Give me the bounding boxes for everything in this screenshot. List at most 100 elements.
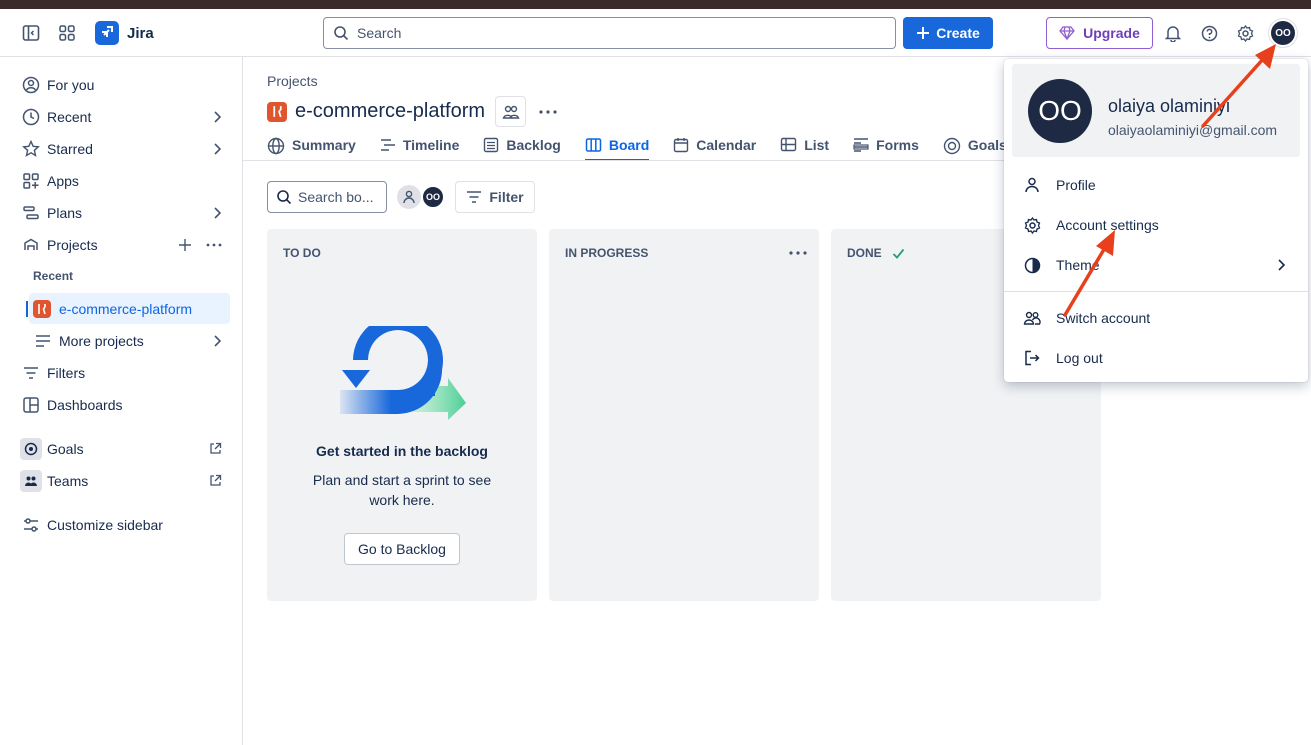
upgrade-label: Upgrade xyxy=(1083,25,1140,41)
tab-list[interactable]: List xyxy=(780,130,829,161)
empty-state-body: Plan and start a sprint to see work here… xyxy=(312,472,492,508)
column-title: TO DO xyxy=(283,246,321,260)
forms-icon xyxy=(853,138,869,152)
unassigned-avatar[interactable] xyxy=(397,185,421,209)
add-project-icon xyxy=(179,239,191,251)
tab-forms[interactable]: Forms xyxy=(853,130,919,161)
project-more-button[interactable] xyxy=(534,98,562,126)
sidebar-item-label: Dashboards xyxy=(47,397,123,413)
sidebar-item-label: Customize sidebar xyxy=(47,517,163,533)
sidebar-item-recent[interactable]: Recent xyxy=(20,102,230,132)
checkmark-icon xyxy=(892,248,904,259)
person-icon xyxy=(1022,177,1042,193)
tab-board[interactable]: Board xyxy=(584,130,650,161)
sidebar-item-apps[interactable]: Apps xyxy=(20,166,230,196)
menu-item-label: Log out xyxy=(1056,350,1103,366)
recent-projects-heading: Recent xyxy=(33,269,74,283)
backlog-icon xyxy=(484,137,499,153)
sidebar-item-filters[interactable]: Filters xyxy=(20,358,230,388)
account-avatar: OO xyxy=(1028,79,1092,143)
account-email: olaiyaolaminiyi@gmail.com xyxy=(1108,122,1278,138)
log-out-icon xyxy=(1022,350,1042,366)
menu-item-label: Account settings xyxy=(1056,217,1159,233)
sidebar-item-starred[interactable]: Starred xyxy=(20,134,230,164)
column-more-icon[interactable] xyxy=(789,251,807,255)
team-access-button[interactable] xyxy=(495,96,527,127)
sidebar-item-label: For you xyxy=(47,77,95,93)
filter-button[interactable]: Filter xyxy=(455,181,535,213)
person-circle-icon xyxy=(20,74,42,96)
jira-logo[interactable]: Jira xyxy=(95,21,154,45)
go-to-backlog-button[interactable]: Go to Backlog xyxy=(344,533,460,565)
sidebar-item-label: Projects xyxy=(47,237,98,253)
settings-gear-icon[interactable] xyxy=(1235,23,1255,43)
assignee-avatar[interactable]: OO xyxy=(421,185,445,209)
sidebar-item-label: Starred xyxy=(47,141,93,157)
tab-label: Forms xyxy=(876,137,919,153)
create-button[interactable]: Create xyxy=(903,17,993,49)
external-link-icon xyxy=(210,474,222,486)
project-name: e-commerce-platform xyxy=(59,300,193,317)
more-options-icon xyxy=(206,243,222,247)
globe-icon xyxy=(267,137,285,155)
chevron-right-icon xyxy=(214,335,222,347)
sidebar-item-label: Goals xyxy=(47,441,84,457)
sidebar-item-goals[interactable]: Goals xyxy=(20,434,230,464)
tab-calendar[interactable]: Calendar xyxy=(673,130,756,161)
chevron-right-icon xyxy=(214,111,222,123)
tab-goals[interactable]: Goals xyxy=(943,130,1007,161)
tab-label: Backlog xyxy=(506,137,561,153)
board-search-input[interactable]: Search bo... xyxy=(267,181,387,213)
empty-state-title: Get started in the backlog xyxy=(316,443,488,459)
chevron-right-icon xyxy=(214,207,222,219)
sidebar-toggle-icon[interactable] xyxy=(21,23,41,43)
person-icon xyxy=(403,190,415,204)
tab-label: List xyxy=(804,137,830,153)
tab-backlog[interactable]: Backlog xyxy=(483,130,561,161)
settings-gear-icon xyxy=(1022,216,1042,234)
menu-divider xyxy=(1004,291,1308,292)
filter-icon xyxy=(20,362,42,384)
menu-item-theme[interactable]: Theme xyxy=(1004,245,1308,285)
external-link-icon xyxy=(210,442,222,454)
tab-timeline[interactable]: Timeline xyxy=(380,130,459,161)
account-card: OO olaiya olaminiyi olaiyaolaminiyi@gmai… xyxy=(1012,64,1300,157)
chevron-right-icon xyxy=(1278,259,1286,271)
sidebar-item-label: More projects xyxy=(59,333,144,349)
sidebar-item-projects[interactable]: Projects xyxy=(20,230,230,260)
tabs-divider xyxy=(243,160,1005,161)
sidebar-item-for-you[interactable]: For you xyxy=(20,70,230,100)
goals-icon xyxy=(20,438,42,460)
diamond-icon xyxy=(1059,26,1075,40)
notifications-bell-icon[interactable] xyxy=(1163,23,1183,43)
calendar-icon xyxy=(674,138,689,153)
board-icon xyxy=(585,138,602,152)
sidebar-item-plans[interactable]: Plans xyxy=(20,198,230,228)
help-icon[interactable] xyxy=(1199,23,1219,43)
create-label: Create xyxy=(936,25,980,41)
menu-item-switch-account[interactable]: Switch account xyxy=(1004,298,1308,338)
search-icon xyxy=(334,26,349,41)
project-avatar-icon xyxy=(267,101,287,122)
tab-label: Calendar xyxy=(696,137,757,153)
sidebar-item-e-commerce-platform[interactable]: e-commerce-platform xyxy=(29,293,230,324)
sidebar-item-teams[interactable]: Teams xyxy=(20,466,230,496)
people-icon xyxy=(502,105,520,119)
sidebar-item-label: Filters xyxy=(47,365,86,381)
sidebar-item-more-projects[interactable]: More projects xyxy=(32,326,230,356)
sidebar-item-customize[interactable]: Customize sidebar xyxy=(20,510,230,540)
tab-summary[interactable]: Summary xyxy=(267,130,356,161)
menu-item-profile[interactable]: Profile xyxy=(1004,165,1308,205)
menu-item-label: Theme xyxy=(1056,257,1100,273)
more-options-icon xyxy=(539,109,557,114)
upgrade-button[interactable]: Upgrade xyxy=(1046,17,1153,49)
global-search-input[interactable]: Search xyxy=(323,17,896,49)
breadcrumb[interactable]: Projects xyxy=(267,73,318,89)
menu-item-log-out[interactable]: Log out xyxy=(1004,338,1308,378)
sidebar-item-dashboards[interactable]: Dashboards xyxy=(20,390,230,420)
menu-item-account-settings[interactable]: Account settings xyxy=(1004,205,1308,245)
menu-item-label: Switch account xyxy=(1056,310,1151,326)
app-switcher-icon[interactable] xyxy=(57,23,77,43)
app-name: Jira xyxy=(127,24,154,42)
user-avatar-button[interactable]: OO xyxy=(1271,21,1295,45)
